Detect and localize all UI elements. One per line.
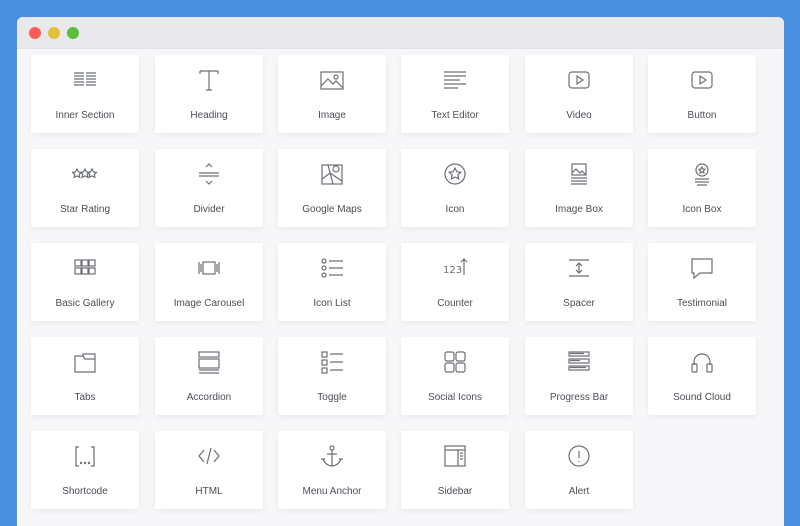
widget-tile[interactable]: Image: [278, 55, 386, 133]
widget-tile[interactable]: Icon Box: [648, 149, 756, 227]
widget-label: Accordion: [186, 392, 232, 403]
widget-label: Heading: [190, 110, 228, 121]
google-maps-icon: [317, 161, 347, 187]
widget-tile[interactable]: Shortcode: [31, 431, 139, 509]
divider-icon: [194, 161, 224, 187]
widget-label: Sidebar: [437, 486, 473, 497]
widget-tile[interactable]: Text Editor: [401, 55, 509, 133]
heading-icon: [194, 67, 224, 93]
toggle-icon: [317, 349, 347, 375]
widget-label: Basic Gallery: [55, 298, 115, 309]
widget-tile[interactable]: Image Box: [525, 149, 633, 227]
widget-label: Inner Section: [55, 110, 115, 121]
widget-label: Icon List: [313, 298, 351, 309]
widget-label: Spacer: [563, 298, 595, 309]
widget-label: Sound Cloud: [673, 392, 731, 403]
text-editor-icon: [440, 67, 470, 93]
icon-box-icon: [687, 161, 717, 187]
widget-label: Image Carousel: [173, 298, 245, 309]
widget-tile[interactable]: Progress Bar: [525, 337, 633, 415]
progress-bar-icon: [564, 349, 594, 375]
widget-label: Star Rating: [59, 204, 111, 215]
widget-tile[interactable]: Image Carousel: [155, 243, 263, 321]
widget-label: Social Icons: [428, 392, 482, 403]
widget-tile[interactable]: Toggle: [278, 337, 386, 415]
widget-label: Image: [318, 110, 346, 121]
sidebar-icon: [440, 443, 470, 469]
widget-label: Progress Bar: [549, 392, 609, 403]
widget-tile[interactable]: Star Rating: [31, 149, 139, 227]
widget-tile[interactable]: Icon: [401, 149, 509, 227]
widget-label: Button: [687, 110, 717, 121]
widget-tile[interactable]: 123 Counter: [401, 243, 509, 321]
button-icon: [687, 67, 717, 93]
widget-tile[interactable]: Testimonial: [648, 243, 756, 321]
video-icon: [564, 67, 594, 93]
widget-tile[interactable]: Alert: [525, 431, 633, 509]
widget-tile[interactable]: Tabs: [31, 337, 139, 415]
widget-tile[interactable]: Divider: [155, 149, 263, 227]
widget-tile[interactable]: Button: [648, 55, 756, 133]
html-icon: [194, 443, 224, 469]
widget-label: Divider: [193, 204, 225, 215]
widget-tile[interactable]: Basic Gallery: [31, 243, 139, 321]
widget-label: Testimonial: [676, 298, 728, 309]
social-icons-icon: [440, 349, 470, 375]
widget-label: Image Box: [555, 204, 603, 215]
widget-label: Tabs: [74, 392, 96, 403]
widget-label: Toggle: [317, 392, 347, 403]
menu-anchor-icon: [317, 443, 347, 469]
widget-grid: Inner Section Heading Image Text Editor Vide…: [17, 17, 784, 526]
widget-label: Video: [566, 110, 592, 121]
counter-icon: 123: [440, 255, 470, 281]
widget-tile[interactable]: Spacer: [525, 243, 633, 321]
accordion-icon: [194, 349, 224, 375]
widget-tile[interactable]: Video: [525, 55, 633, 133]
widget-label: Alert: [568, 486, 590, 497]
widget-tile[interactable]: HTML: [155, 431, 263, 509]
app-window: Inner Section Heading Image Text Editor Vide…: [17, 17, 784, 526]
widget-tile[interactable]: Google Maps: [278, 149, 386, 227]
svg-text:123: 123: [443, 265, 462, 276]
shortcode-icon: [70, 443, 100, 469]
alert-icon: [564, 443, 594, 469]
tabs-icon: [70, 349, 100, 375]
widget-label: Text Editor: [431, 110, 479, 121]
widget-tile[interactable]: Sound Cloud: [648, 337, 756, 415]
widget-tile[interactable]: Social Icons: [401, 337, 509, 415]
widget-tile[interactable]: Accordion: [155, 337, 263, 415]
widget-label: Google Maps: [302, 204, 362, 215]
spacer-icon: [564, 255, 594, 281]
widget-label: Icon Box: [682, 204, 722, 215]
sound-cloud-icon: [687, 349, 717, 375]
widget-tile[interactable]: Icon List: [278, 243, 386, 321]
widget-label: Menu Anchor: [302, 486, 362, 497]
widget-label: Counter: [437, 298, 473, 309]
testimonial-icon: [687, 255, 717, 281]
widget-label: HTML: [195, 486, 223, 497]
image-carousel-icon: [194, 255, 224, 281]
basic-gallery-icon: [70, 255, 100, 281]
widget-label: Icon: [445, 204, 465, 215]
widget-tile[interactable]: Heading: [155, 55, 263, 133]
image-icon: [317, 67, 347, 93]
widget-label: Shortcode: [62, 486, 108, 497]
star-rating-icon: [70, 161, 100, 187]
widget-tile[interactable]: Inner Section: [31, 55, 139, 133]
widget-tile[interactable]: Menu Anchor: [278, 431, 386, 509]
inner-section-icon: [70, 67, 100, 93]
icon-icon: [440, 161, 470, 187]
icon-list-icon: [317, 255, 347, 281]
image-box-icon: [564, 161, 594, 187]
widget-tile[interactable]: Sidebar: [401, 431, 509, 509]
